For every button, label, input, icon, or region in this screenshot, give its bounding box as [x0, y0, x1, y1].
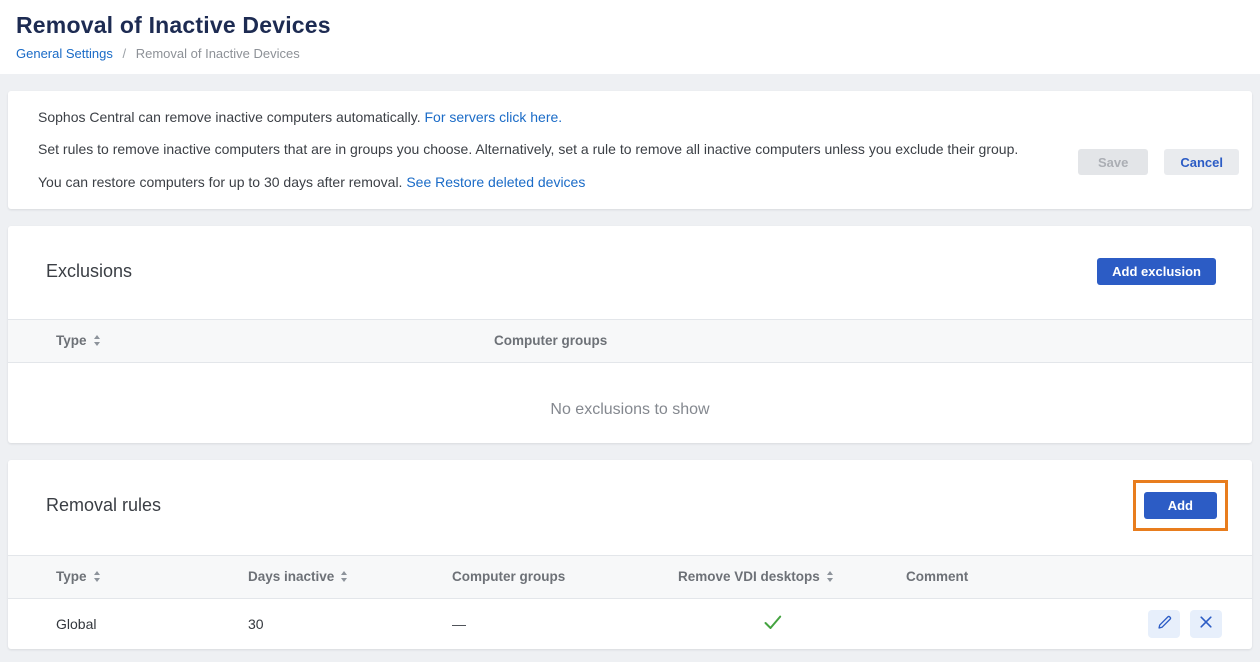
breadcrumb: General Settings / Removal of Inactive D…	[16, 46, 1244, 61]
info-line-2: Set rules to remove inactive computers t…	[38, 140, 1068, 159]
highlight-box: Add	[1133, 480, 1228, 531]
rules-column-remove-vdi[interactable]: Remove VDI desktops	[678, 569, 906, 584]
removal-rules-card: Removal rules Add Type Days inactive Com…	[8, 460, 1252, 649]
exclusions-column-type-label: Type	[56, 333, 87, 348]
removal-rules-title: Removal rules	[46, 495, 161, 516]
sort-icon	[94, 335, 100, 346]
rule-type-cell: Global	[56, 616, 248, 632]
rule-days-inactive-cell: 30	[248, 616, 452, 632]
exclusions-table-header: Type Computer groups	[8, 319, 1252, 363]
rule-computer-groups-cell: —	[452, 616, 678, 632]
breadcrumb-separator: /	[122, 46, 126, 61]
breadcrumb-link-general-settings[interactable]: General Settings	[16, 46, 113, 61]
delete-rule-button[interactable]	[1190, 610, 1222, 638]
page-title: Removal of Inactive Devices	[16, 12, 1244, 39]
page-header: Removal of Inactive Devices General Sett…	[0, 0, 1260, 74]
removal-rules-table-header: Type Days inactive Computer groups Remov…	[8, 555, 1252, 599]
table-row: Global 30 —	[8, 599, 1252, 649]
servers-link[interactable]: For servers click here.	[424, 109, 562, 125]
info-line-3-text: You can restore computers for up to 30 d…	[38, 174, 402, 190]
exclusions-card-head: Exclusions Add exclusion	[8, 226, 1252, 319]
exclusions-empty-message: No exclusions to show	[8, 363, 1252, 443]
breadcrumb-current: Removal of Inactive Devices	[136, 46, 300, 61]
add-exclusion-button[interactable]: Add exclusion	[1097, 258, 1216, 285]
info-line-1-text: Sophos Central can remove inactive compu…	[38, 109, 421, 125]
sort-icon	[827, 571, 833, 582]
info-line-3: You can restore computers for up to 30 d…	[38, 173, 1222, 192]
cancel-button[interactable]: Cancel	[1164, 149, 1239, 175]
edit-rule-button[interactable]	[1148, 610, 1180, 638]
exclusions-column-computer-groups: Computer groups	[494, 333, 1252, 348]
close-icon	[1200, 616, 1212, 631]
exclusions-column-type[interactable]: Type	[56, 333, 494, 348]
exclusions-title: Exclusions	[46, 261, 132, 282]
rules-column-type-label: Type	[56, 569, 87, 584]
rules-column-comment: Comment	[906, 569, 1252, 584]
save-button[interactable]: Save	[1078, 149, 1148, 175]
row-actions	[1148, 610, 1222, 638]
restore-deleted-devices-link[interactable]: See Restore deleted devices	[406, 174, 585, 190]
info-line-1: Sophos Central can remove inactive compu…	[38, 108, 1222, 127]
rules-column-remove-vdi-label: Remove VDI desktops	[678, 569, 820, 584]
rule-remove-vdi-cell	[678, 615, 906, 633]
sort-icon	[341, 571, 347, 582]
rules-column-days-inactive-label: Days inactive	[248, 569, 334, 584]
rules-column-computer-groups: Computer groups	[452, 569, 678, 584]
exclusions-card: Exclusions Add exclusion Type Computer g…	[8, 226, 1252, 443]
add-rule-button[interactable]: Add	[1144, 492, 1217, 519]
info-actions: Save Cancel	[1078, 149, 1239, 175]
rules-column-type[interactable]: Type	[56, 569, 248, 584]
sort-icon	[94, 571, 100, 582]
check-icon	[764, 617, 782, 633]
removal-rules-card-head: Removal rules Add	[8, 460, 1252, 555]
info-panel: Sophos Central can remove inactive compu…	[8, 91, 1252, 209]
rules-column-days-inactive[interactable]: Days inactive	[248, 569, 452, 584]
pencil-icon	[1157, 615, 1172, 633]
